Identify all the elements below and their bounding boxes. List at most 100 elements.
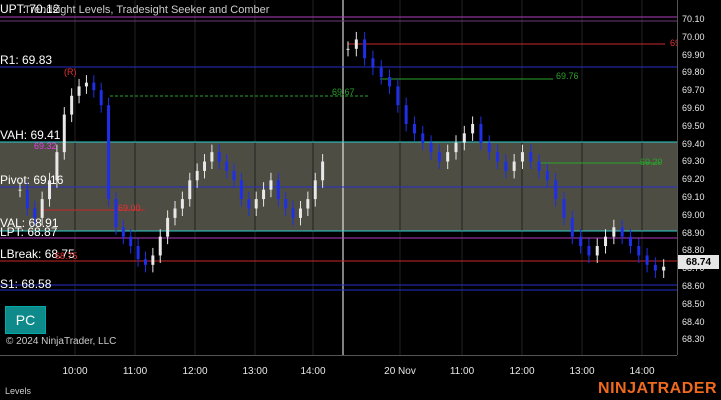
pc-button[interactable]: PC — [5, 306, 46, 334]
price-axis[interactable]: 70.10 70.00 69.90 69.80 69.70 69.60 69.50 69.40… — [677, 0, 721, 355]
candle-body — [188, 180, 192, 200]
price-tick-label: 68.90 — [682, 227, 705, 238]
candle-body — [321, 161, 325, 181]
candle-body — [462, 133, 466, 143]
candle-body — [554, 180, 558, 200]
levels-tab[interactable]: Levels — [5, 386, 31, 396]
candle-body — [136, 246, 140, 260]
candle-body — [371, 58, 375, 68]
candle-body — [247, 199, 251, 209]
candle-body — [421, 133, 425, 143]
time-tick-label: 14:00 — [629, 366, 655, 377]
candle-body — [313, 180, 317, 200]
price-tick-label: 69.00 — [682, 209, 705, 220]
candle-body — [210, 152, 214, 162]
time-tick-label: 12:00 — [182, 366, 208, 377]
candle-body — [84, 82, 88, 87]
candle-body — [129, 236, 133, 247]
candle-body — [180, 199, 184, 209]
candle-body — [269, 180, 273, 190]
candle-body — [195, 170, 199, 181]
candle-body — [217, 152, 221, 162]
price-tick-label: 69.90 — [682, 49, 705, 60]
level-label-lpt: LPT: 68.87 — [0, 225, 58, 239]
price-tick-label: 69.50 — [682, 120, 705, 131]
candle-body — [429, 142, 433, 153]
candle-body — [225, 161, 229, 171]
candle-body — [62, 114, 66, 153]
price-tick-label: 68.40 — [682, 316, 705, 327]
candle-body — [562, 199, 566, 218]
time-tick-label: 13:00 — [569, 366, 595, 377]
candle-body — [479, 123, 483, 143]
candle-body — [114, 199, 118, 228]
candle-body — [203, 161, 207, 171]
annotation-6929: 69.29 — [640, 157, 663, 167]
candle-body — [471, 123, 475, 134]
candle-body — [166, 217, 170, 237]
level-label-s1: S1: 68.58 — [0, 277, 52, 291]
candle-body — [354, 39, 358, 49]
candle-body — [92, 82, 96, 91]
annotation-6976: 69.76 — [556, 71, 579, 81]
candle-body — [306, 199, 310, 209]
price-tick-label: 68.50 — [682, 298, 705, 309]
candle-body — [291, 208, 295, 218]
annotation-6900: 69.00 — [118, 203, 141, 213]
time-tick-label: 10:00 — [62, 366, 88, 377]
price-tick-label: 69.60 — [682, 103, 705, 113]
candle-body — [121, 227, 125, 237]
candle-body — [70, 95, 74, 115]
candle-body — [99, 90, 103, 106]
time-tick-label: 13:00 — [242, 366, 268, 377]
candle-body — [25, 189, 29, 209]
price-tick-label: 69.20 — [682, 174, 705, 185]
candle-body — [570, 217, 574, 237]
candle-body — [239, 180, 243, 200]
annotation-6875: 68.75 — [55, 251, 78, 261]
candle-body — [579, 236, 583, 247]
candle-body — [346, 48, 350, 50]
candle-body — [637, 246, 641, 256]
candle-body — [396, 86, 400, 106]
time-axis[interactable]: 10:00 11:00 12:00 13:00 14:00 20 Nov 11:00 12:0… — [0, 355, 677, 381]
annotation-69-top: 69 — [670, 38, 677, 48]
time-tick-label: 11:00 — [122, 366, 148, 377]
candle-body — [298, 208, 302, 218]
candle-body — [262, 189, 266, 200]
candle-body — [653, 264, 657, 271]
annotation-6967: 69.67 — [332, 87, 355, 97]
candle-body — [284, 199, 288, 209]
level-label-upt: UPT: 70.12 — [0, 2, 60, 16]
candle-body — [254, 199, 258, 209]
candle-body — [158, 236, 162, 256]
candle-body — [628, 236, 632, 247]
time-tick-label: 14:00 — [300, 366, 326, 377]
candle-body — [77, 86, 81, 96]
time-tick-label: 20 Nov — [384, 366, 416, 377]
level-label-pivot: Pivot: 69.16 — [0, 173, 64, 187]
candle-body — [662, 266, 666, 271]
annotation-6932: 69.32 — [34, 141, 57, 151]
price-tick-label: 70.10 — [682, 14, 705, 24]
ninjatrader-logo: NINJATRADER — [598, 380, 717, 397]
price-tick-label: 68.80 — [682, 245, 705, 256]
chart-title: Trendsight Levels, Tradesight Seeker and… — [24, 4, 270, 16]
candle-body — [363, 39, 367, 59]
candle-body — [437, 152, 441, 162]
candle-body — [379, 67, 383, 78]
candle-body — [404, 105, 408, 124]
price-tick-label: 69.30 — [682, 156, 705, 167]
candle-body — [446, 152, 450, 162]
candle-body — [595, 246, 599, 256]
copyright-text: © 2024 NinjaTrader, LLC — [6, 336, 117, 347]
time-tick-label: 11:00 — [449, 366, 475, 377]
level-label-r1: R1: 69.83 — [0, 53, 53, 67]
candle-body — [545, 170, 549, 181]
candle-body — [454, 142, 458, 153]
candle-body — [537, 161, 541, 171]
last-price-marker: 68.74 — [678, 255, 719, 269]
candle-body — [529, 152, 533, 162]
chart-canvas — [0, 0, 677, 355]
price-chart[interactable]: Trendsight Levels, Tradesight Seeker and… — [0, 0, 677, 355]
